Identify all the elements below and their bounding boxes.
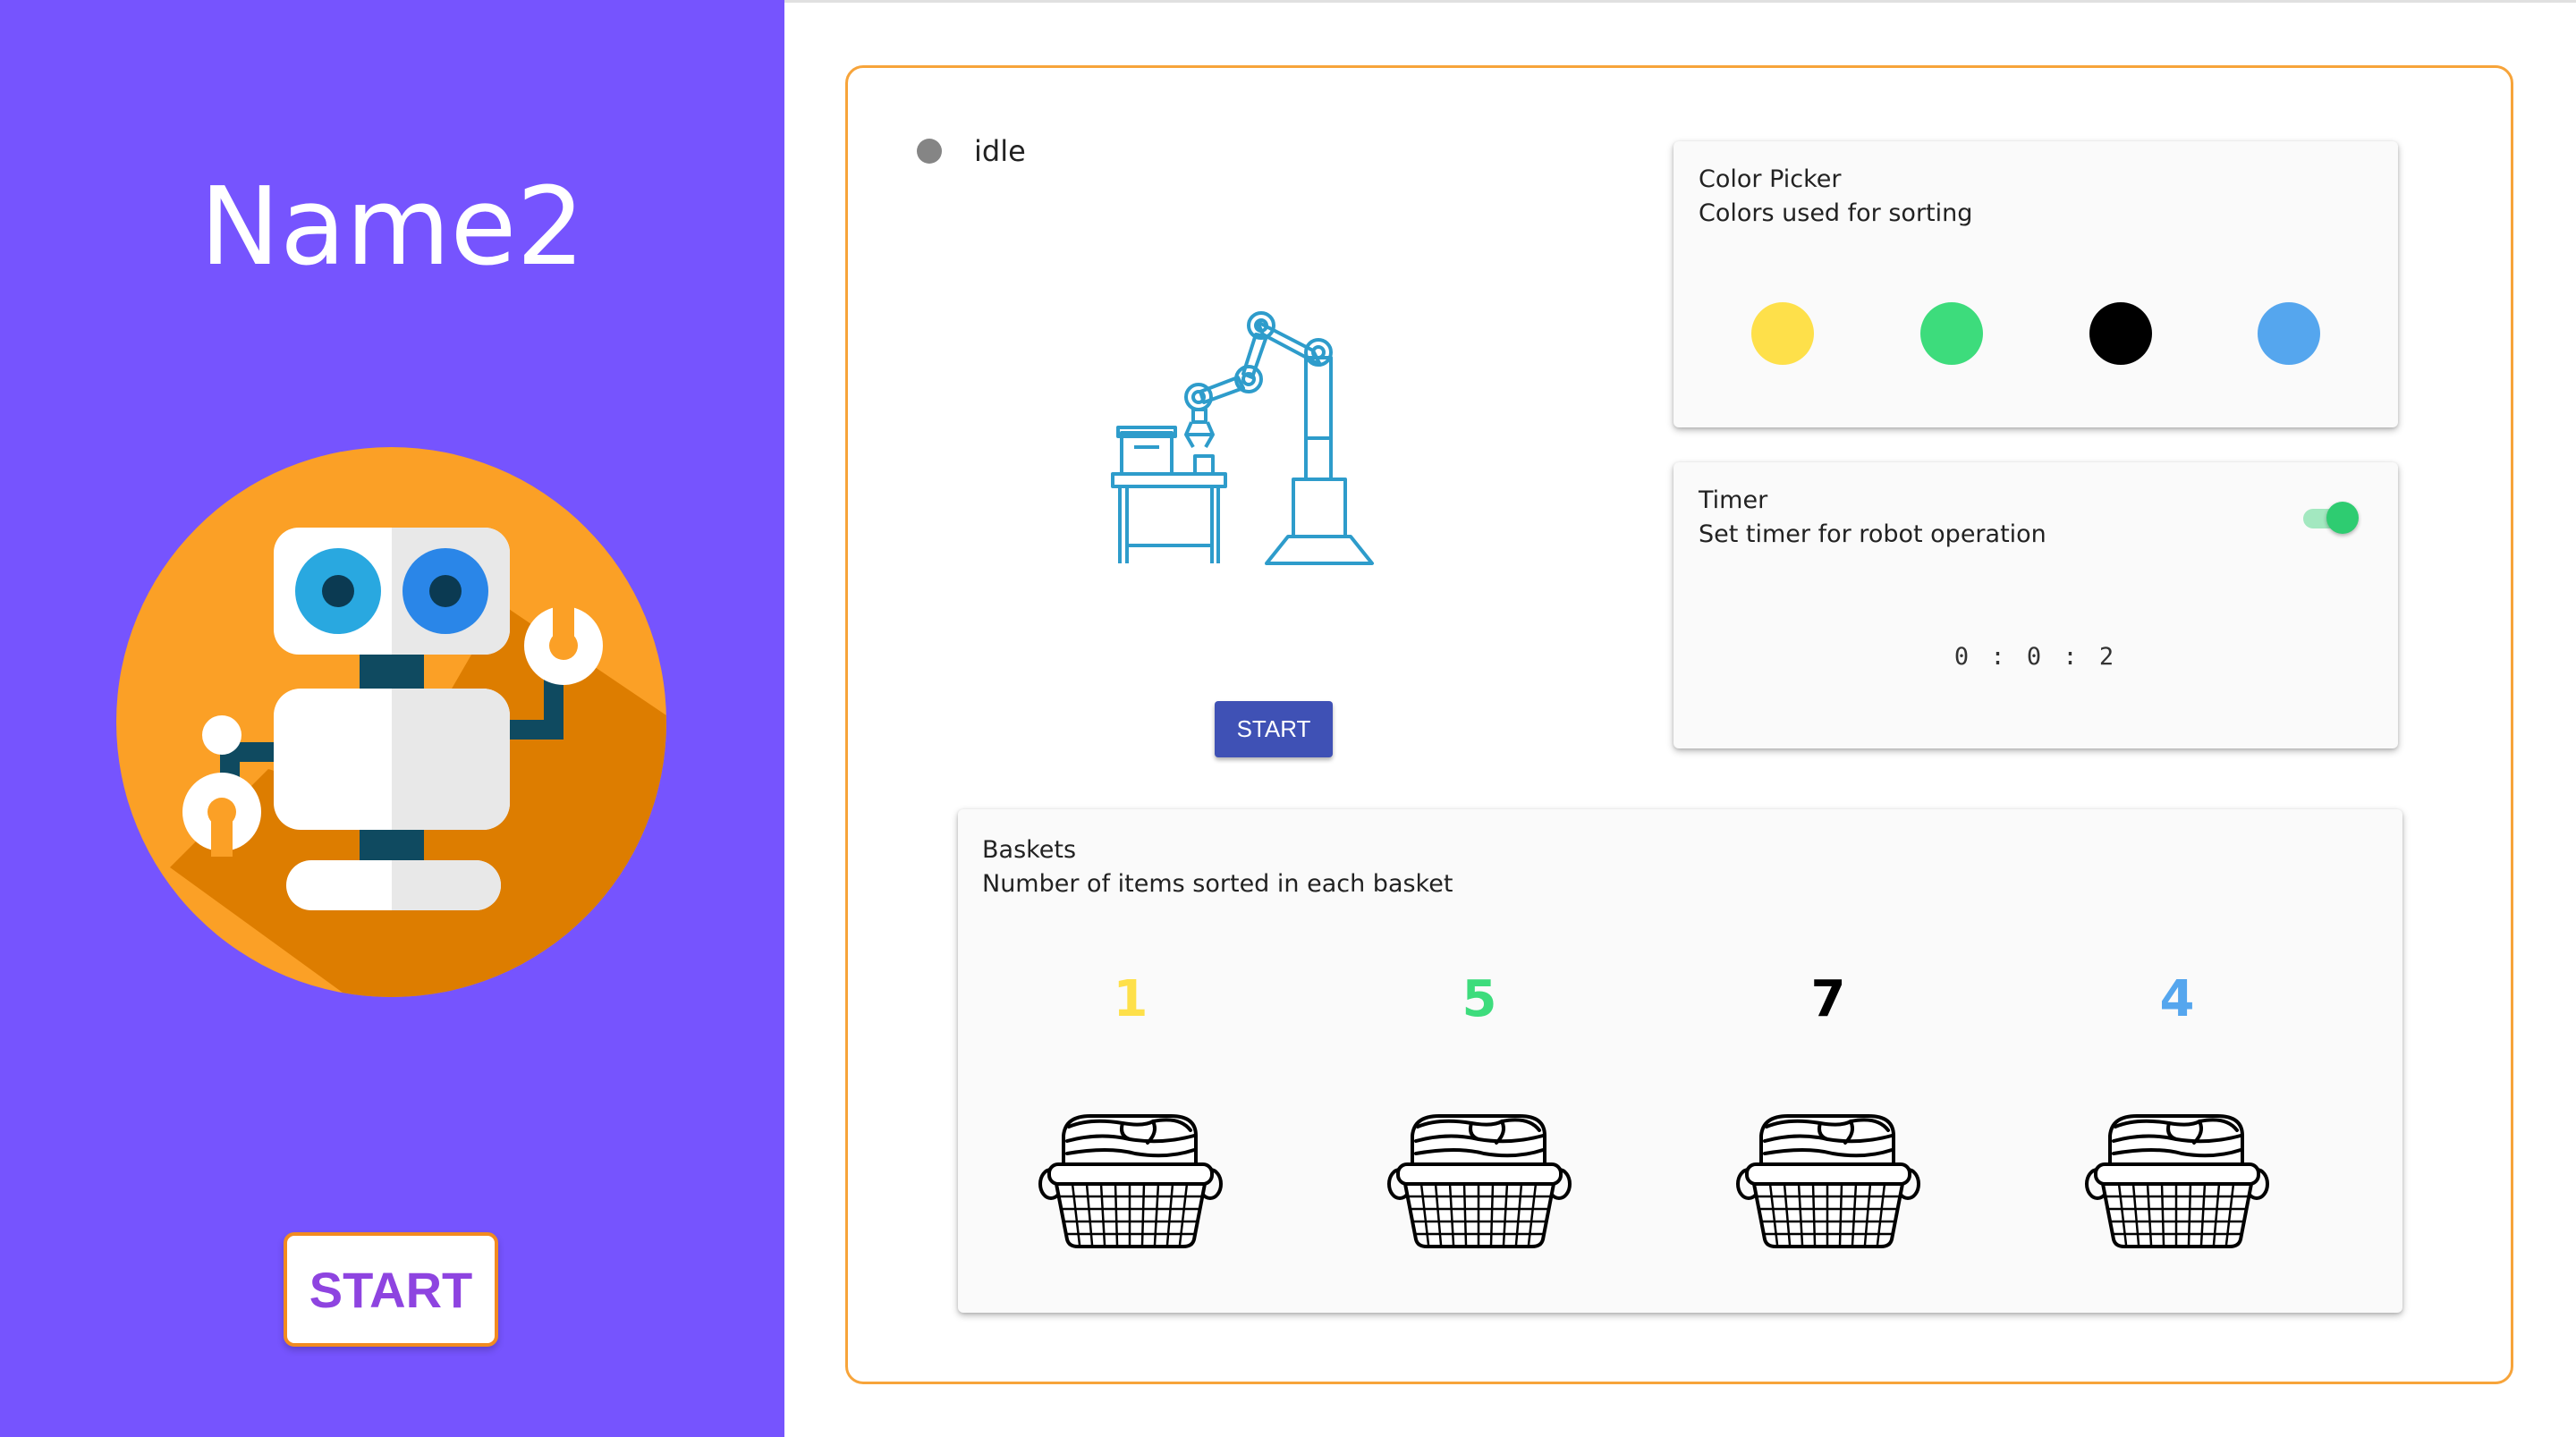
- color-swatch-blue[interactable]: [2258, 302, 2320, 365]
- basket-icon: [1037, 1109, 1224, 1252]
- color-picker-card: Color Picker Colors used for sorting: [1674, 141, 2398, 427]
- basket-icon: [1385, 1109, 1573, 1252]
- timer-card: Timer Set timer for robot operation 0 : …: [1674, 462, 2398, 748]
- timer-toggle[interactable]: [2300, 500, 2359, 534]
- basket-yellow: 1: [1014, 809, 1247, 1313]
- robot-status: idle: [917, 134, 1026, 168]
- sidebar: Name2 START: [0, 0, 784, 1437]
- timer-title: Timer: [1699, 486, 1768, 514]
- basket-count: 5: [1462, 970, 1497, 1028]
- basket-icon: [2083, 1109, 2271, 1252]
- timer-subtitle: Set timer for robot operation: [1699, 520, 2046, 548]
- app-title: Name2: [199, 165, 585, 290]
- robot-arm-icon: [1111, 311, 1374, 565]
- baskets-card: Baskets Number of items sorted in each b…: [958, 809, 2402, 1313]
- status-text: idle: [974, 134, 1026, 168]
- top-divider: [784, 0, 2576, 3]
- toggle-knob: [2326, 502, 2359, 534]
- basket-icon: [1734, 1109, 1922, 1252]
- sidebar-start-button[interactable]: START: [284, 1232, 498, 1347]
- color-picker-subtitle: Colors used for sorting: [1699, 199, 1973, 227]
- main-start-button[interactable]: START: [1215, 701, 1333, 757]
- robot-avatar-icon: [116, 447, 666, 997]
- basket-black: 7: [1712, 809, 1945, 1313]
- color-swatches: [1674, 302, 2398, 370]
- basket-green: 5: [1363, 809, 1596, 1313]
- basket-count: 1: [1113, 970, 1148, 1028]
- basket-count: 7: [1810, 970, 1846, 1028]
- basket-blue: 4: [2061, 809, 2293, 1313]
- basket-count: 4: [2159, 970, 2195, 1028]
- timer-value: 0 : 0 : 2: [1953, 643, 2118, 671]
- color-swatch-green[interactable]: [1920, 302, 1983, 365]
- color-swatch-black[interactable]: [2089, 302, 2152, 365]
- color-swatch-yellow[interactable]: [1751, 302, 1814, 365]
- status-dot-icon: [917, 139, 942, 164]
- color-picker-title: Color Picker: [1699, 165, 1842, 193]
